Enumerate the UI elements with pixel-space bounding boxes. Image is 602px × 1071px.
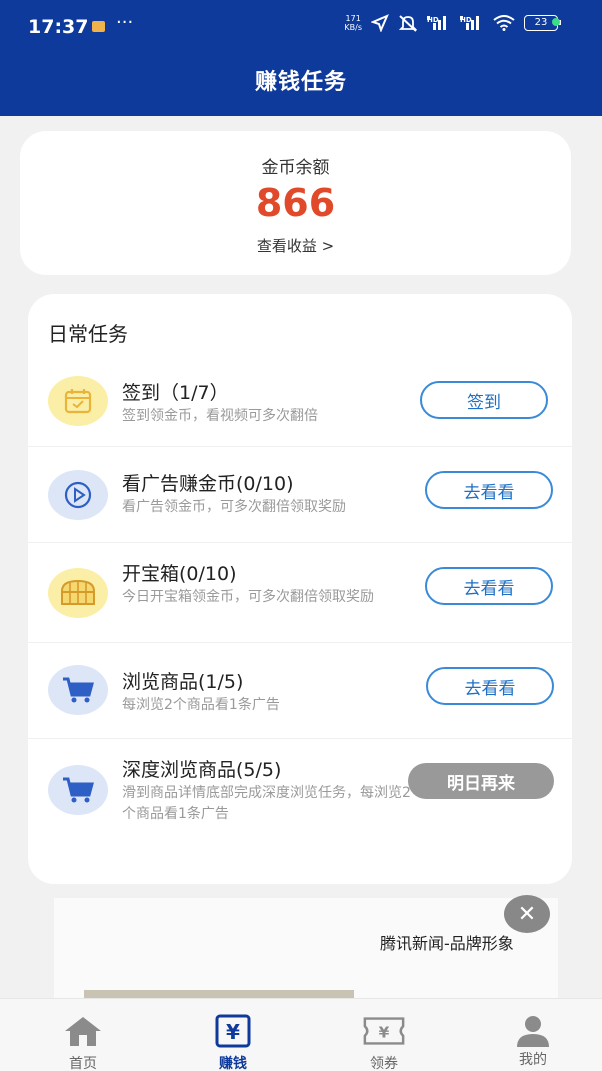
close-icon[interactable]: ✕ [504,895,550,933]
balance-label: 金币余额 [261,158,330,178]
task-title: 签到（1/7） [122,382,229,404]
sign-in-button[interactable]: 签到 [420,381,548,419]
page-title: 赚钱任务 [254,70,347,95]
task-desc: 看广告领金币，可多次翻倍领取奖励 [122,499,346,515]
more-notifications-icon: ··· [116,12,134,33]
task-row-deep-browse: 深度浏览商品(5/5) 滑到商品详情底部完成深度浏览任务，每浏览2个商品看1条广… [28,738,572,848]
balance-card: 金币余额 866 查看收益 > [20,131,571,275]
wifi-icon [493,15,515,31]
task-desc: 签到领金币，看视频可多次翻倍 [122,408,318,424]
nav-item-home[interactable]: 首页 [28,999,138,1071]
nav-label: 领券 [370,1056,398,1071]
status-bar: 17:37 ··· 171 KB/s HD HD 23 [0,0,602,50]
play-icon [48,470,108,520]
task-title: 看广告赚金币(0/10) [122,473,294,495]
task-title: 浏览商品(1/5) [122,671,244,693]
cart-icon [48,665,108,715]
nav-label: 我的 [519,1052,547,1068]
signal-icon: HD [427,16,451,30]
nav-item-earn[interactable]: ¥ 赚钱 [178,999,288,1071]
treasure-chest-icon [48,568,108,618]
cart-icon [48,765,108,815]
status-time: 17:37 [28,16,89,38]
balance-value: 866 [255,181,336,225]
yen-icon: ¥ [211,1013,255,1049]
ad-title: 腾讯新闻-品牌形象 [380,934,514,953]
coupon-icon: ¥ [362,1013,406,1049]
mute-icon [398,15,418,32]
come-back-tomorrow-button[interactable]: 明日再来 [408,763,554,799]
task-row-watch-ads: 看广告赚金币(0/10) 看广告领金币，可多次翻倍领取奖励 去看看 [28,446,572,542]
calendar-icon [48,376,108,426]
svg-text:¥: ¥ [226,1020,240,1044]
svg-text:¥: ¥ [379,1024,390,1042]
location-icon [371,14,389,32]
task-desc: 滑到商品详情底部完成深度浏览任务，每浏览2个商品看1条广告 [122,785,411,822]
notification-icon [92,21,105,32]
view-earnings-link[interactable]: 查看收益 > [20,235,571,256]
task-row-browse-products: 浏览商品(1/5) 每浏览2个商品看1条广告 去看看 [28,642,572,738]
task-row-sign-in: 签到（1/7） 签到领金币，看视频可多次翻倍 签到 [28,356,572,452]
daily-tasks-card: 日常任务 签到（1/7） 签到领金币，看视频可多次翻倍 签到 看广告赚金币(0/… [28,294,572,884]
signal-icon-2: HD [460,16,484,30]
nav-label: 首页 [69,1056,97,1071]
browse-products-button[interactable]: 去看看 [426,667,554,705]
header: 17:37 ··· 171 KB/s HD HD 23 赚钱任务 [0,0,602,116]
nav-label: 赚钱 [219,1056,247,1071]
task-title: 开宝箱(0/10) [122,563,237,585]
bottom-nav: 首页 ¥ 赚钱 ¥ 领券 我的 [0,998,602,1071]
profile-icon [511,1013,555,1049]
ad-image [84,990,354,998]
watch-ads-button[interactable]: 去看看 [425,471,553,509]
open-chest-button[interactable]: 去看看 [425,567,553,605]
ad-banner[interactable]: 腾讯新闻-品牌形象 [54,898,558,1008]
task-desc: 今日开宝箱领金币，可多次翻倍领取奖励 [122,589,374,605]
nav-item-profile[interactable]: 我的 [478,999,588,1071]
network-speed: 171 KB/s [344,14,362,32]
daily-tasks-title: 日常任务 [48,322,128,346]
charging-dot-icon [552,18,560,26]
task-desc: 每浏览2个商品看1条广告 [122,697,280,713]
nav-item-coupons[interactable]: ¥ 领券 [329,999,439,1071]
home-icon [61,1013,105,1049]
task-title: 深度浏览商品(5/5) [122,759,282,781]
task-row-treasure-chest: 开宝箱(0/10) 今日开宝箱领金币，可多次翻倍领取奖励 去看看 [28,542,572,642]
